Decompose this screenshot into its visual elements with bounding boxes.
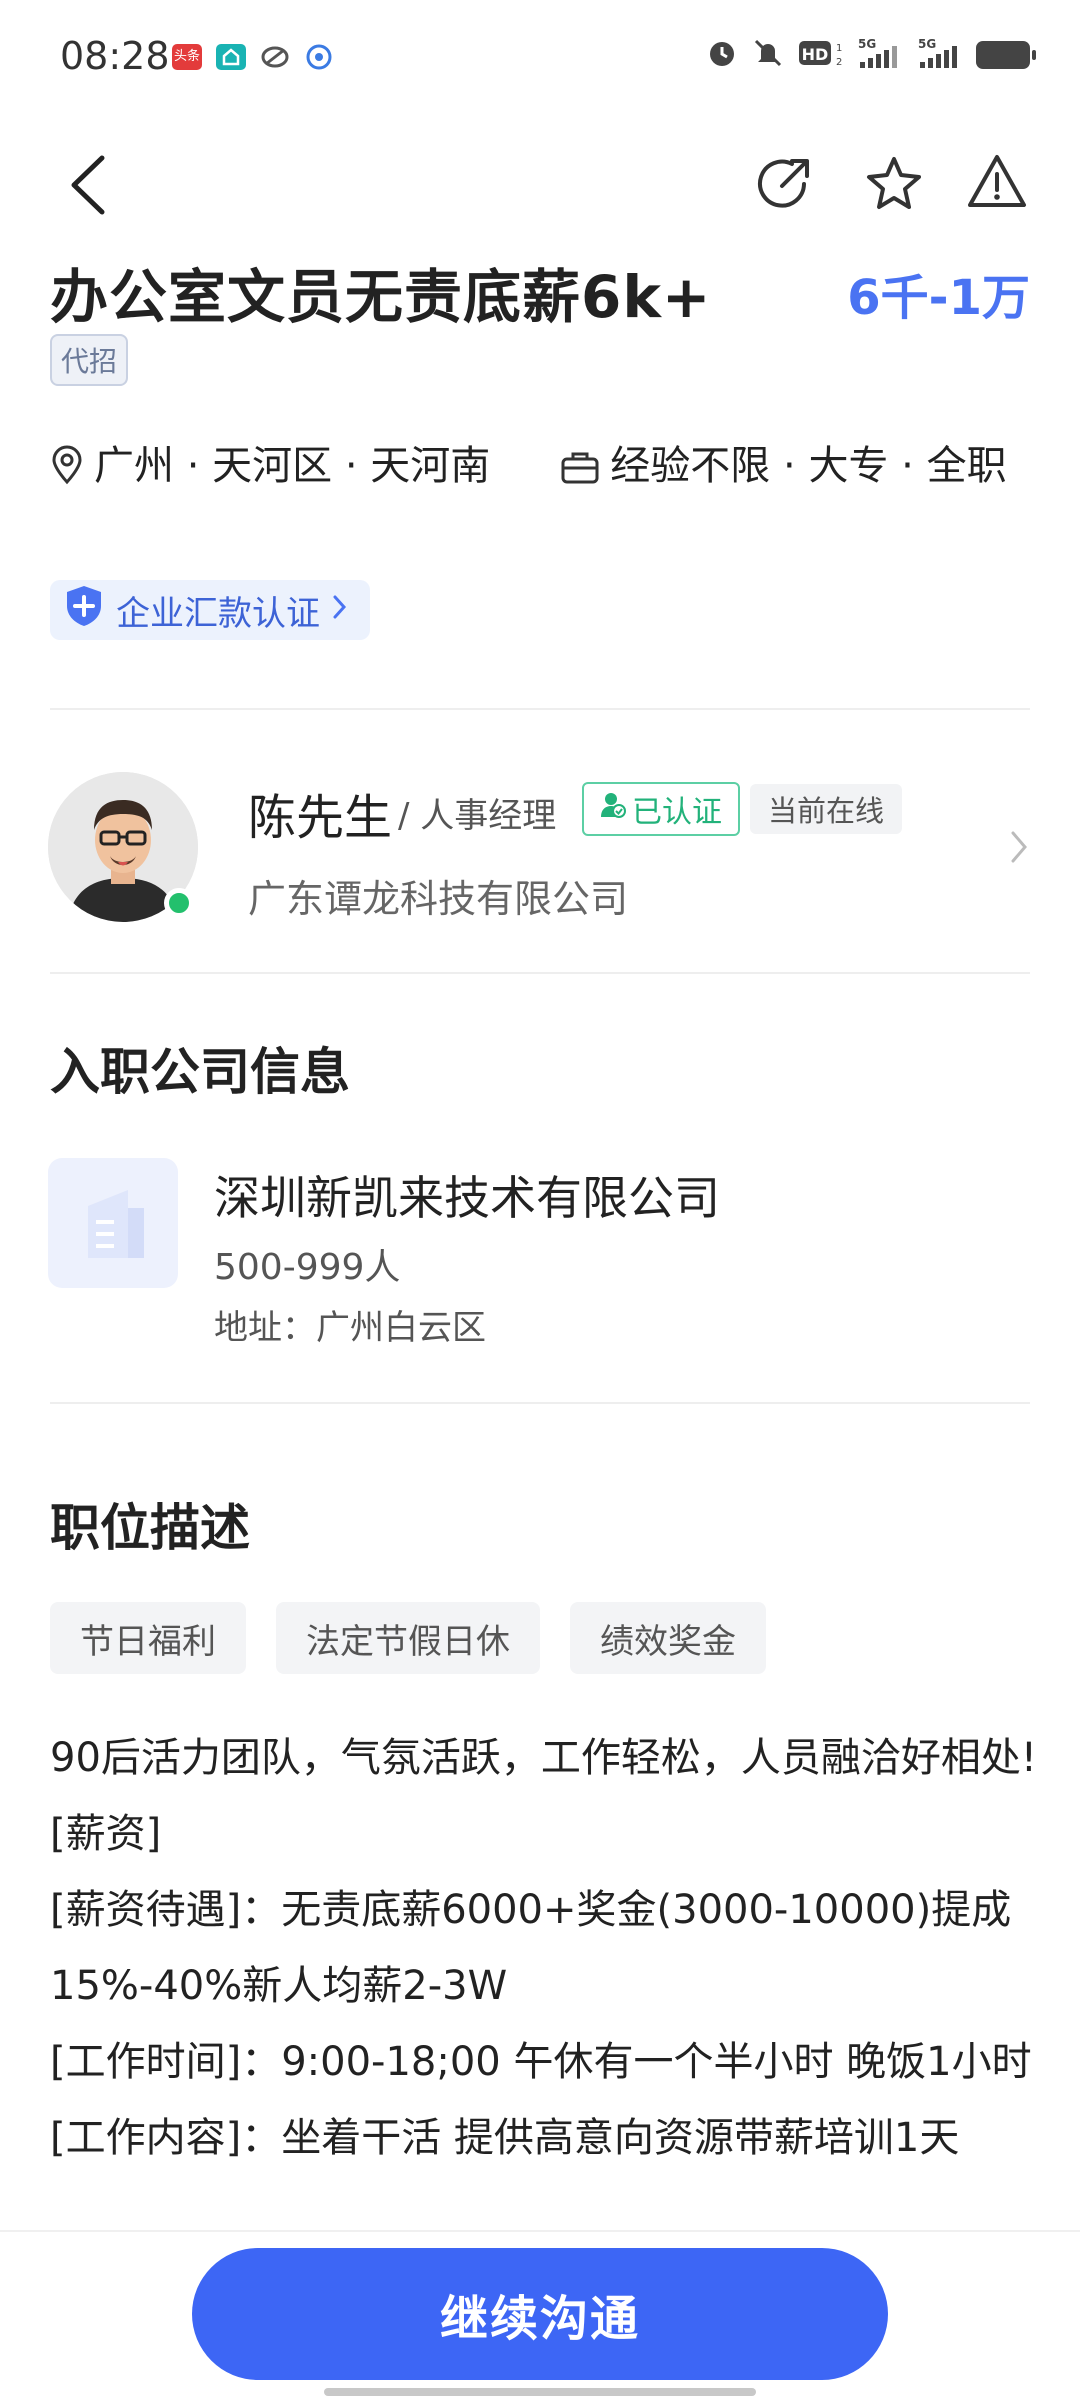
alarm-icon [706,37,738,73]
company-section-title: 入职公司信息 [50,1043,350,1101]
description-line: [工作时间]：9:00-18;00 午休有一个半小时 晚饭1小时 [50,2039,1032,2085]
signal-5g-icon: 5G [916,36,962,74]
company-payment-certification[interactable]: 企业汇款认证 [50,580,370,640]
warning-icon[interactable] [966,152,1028,216]
battery-icon [976,41,1036,69]
signal-5g-icon: 5G [856,36,902,74]
job-meta: 广州 · 天河区 · 天河南 经验不限 · 大专 · 全职 [50,438,1040,500]
top-nav [0,140,1080,230]
company-logo-icon [48,1158,178,1288]
description-line: 90后活力团队，气氛活跃，工作轻松，人员融洽好相处![薪资] [50,1735,1037,1857]
job-location: 广州 · 天河区 · 天河南 [94,443,491,489]
back-icon[interactable] [60,150,120,220]
benefit-tags: 节日福利 法定节假日休 绩效奖金 [50,1602,766,1674]
status-time: 08:28 [60,34,170,78]
svg-text:5G: 5G [858,37,876,51]
benefit-tag: 绩效奖金 [570,1602,766,1674]
hd-icon: HD 1 2 [798,37,842,73]
verified-user-icon [600,791,626,827]
briefcase-icon [560,444,600,500]
divider [50,1402,1030,1404]
home-app-icon [216,44,246,70]
job-title: 办公室文员无责底薪6k+ [50,263,712,331]
certification-label: 企业汇款认证 [116,593,320,634]
verified-label: 已认证 [632,795,722,830]
share-icon[interactable] [754,154,814,218]
star-icon[interactable] [864,154,924,218]
recruiter-company: 广东谭龙科技有限公司 [248,877,629,921]
recruiter-name: 陈先生 [248,790,393,846]
divider [50,708,1030,710]
svg-text:HD: HD [802,45,829,64]
toutiao-icon: 头条 [172,44,202,70]
company-name: 深圳新凯来技术有限公司 [214,1171,720,1225]
continue-chat-button[interactable]: 继续沟通 [192,2248,888,2380]
company-address: 地址：广州白云区 [214,1308,486,1348]
recruiter-role: / 人事经理 [398,796,557,836]
chevron-right-icon [332,590,348,630]
divider [50,972,1030,974]
benefit-tag: 节日福利 [50,1602,246,1674]
svg-text:2: 2 [836,57,842,68]
link-app-icon [260,44,290,70]
svg-text:5G: 5G [918,37,936,51]
shield-icon [64,584,104,637]
job-description: 90后活力团队，气氛活跃，工作轻松，人员融洽好相处![薪资] [薪资待遇]：无责… [50,1720,1040,2230]
online-status-badge: 当前在线 [750,784,903,834]
salary-range: 6千-1万 [847,270,1030,326]
chevron-right-icon [1010,830,1028,868]
benefit-tag: 法定节假日休 [276,1602,540,1674]
agency-tag: 代招 [50,334,129,386]
ifly-app-icon [304,44,334,70]
status-bar: 08:28 头条 HD 1 2 5G 5G [0,0,1080,110]
mute-icon [752,37,784,73]
description-line: [工作内容]：坐着干活 提供高意向资源带薪培训1天 [50,2115,960,2161]
svg-text:1: 1 [836,43,842,54]
description-line: [薪资待遇]：无责底薪6000+奖金(3000-10000)提成15%-40%新… [50,1887,1012,2009]
home-indicator[interactable] [324,2388,756,2396]
online-indicator [164,888,194,918]
description-section-title: 职位描述 [50,1499,250,1557]
job-requirements: 经验不限 · 大专 · 全职 [610,443,1007,489]
verified-badge: 已认证 [582,782,740,836]
company-size: 500-999人 [214,1247,401,1288]
location-pin-icon [50,444,84,500]
